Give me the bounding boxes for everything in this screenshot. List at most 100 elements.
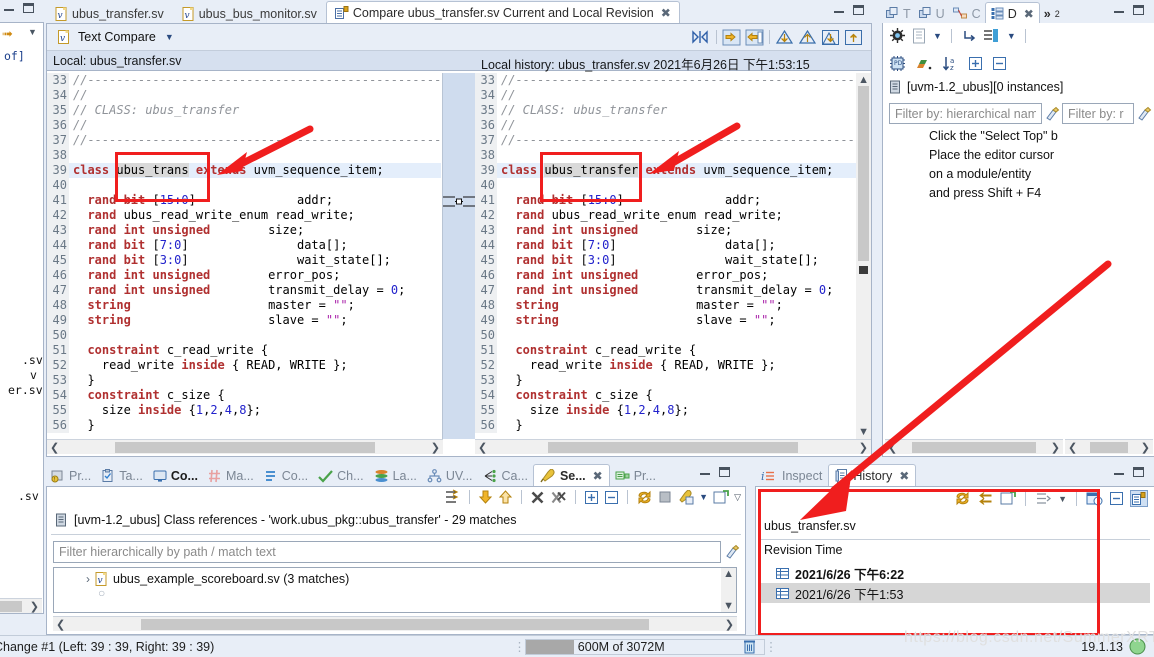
scroll-down-arrow[interactable]: ▼ [855,426,872,439]
pin-icon[interactable] [713,489,729,505]
code-line[interactable]: 42 rand ubus_read_write_enum read_write; [47,208,441,223]
code-line[interactable]: 45 rand bit [3:0] wait_state[]; [475,253,856,268]
code-line[interactable]: 48 string master = ""; [475,298,856,313]
history-toolbar[interactable]: ▼ [954,490,1148,507]
code-line[interactable]: 37//------------------------------------… [475,133,856,148]
previous-match-icon[interactable] [498,489,513,505]
code-line[interactable]: 52 read_write inside { READ, WRITE }; [47,358,441,373]
close-icon[interactable]: ✖ [593,469,603,483]
scroll-up-arrow[interactable]: ▲ [720,568,736,580]
left-code-hscrollbar[interactable]: ❮ ❯ [47,439,443,454]
bottom-tab-console[interactable]: Co... [148,464,203,486]
remove-all-icon[interactable] [550,490,567,505]
refresh-icon[interactable] [954,491,971,506]
compare-toolbar[interactable]: v Text Compare ▼ [47,24,871,51]
minimize-icon[interactable] [834,11,844,13]
minimize-icon[interactable] [1114,11,1124,13]
maximize-icon[interactable] [1133,467,1144,477]
collapse-icon[interactable] [1109,491,1124,506]
left-code-pane[interactable]: 33//------------------------------------… [47,73,443,439]
collapse-all-icon[interactable] [604,490,619,505]
code-line[interactable]: 40 [47,178,441,193]
filter-icon[interactable] [444,489,461,505]
link-icon[interactable] [961,28,977,44]
code-line[interactable]: 35// CLASS: ubus_transfer [475,103,856,118]
next-match-icon[interactable] [478,489,493,505]
bottom-tab-checks[interactable]: Ch... [313,464,368,486]
scroll-right-arrow[interactable]: ❯ [722,618,737,631]
scroll-up-arrow[interactable]: ▲ [855,73,872,86]
debug-icon[interactable] [889,27,906,44]
left-panel-hscroll-thumb[interactable] [0,600,22,612]
editor-tab-compare[interactable]: Compare ubus_transfer.sv Current and Loc… [325,1,680,24]
expand-all-icon[interactable] [584,490,599,505]
history-row[interactable]: 2021/6/26 下午1:53 [760,583,1150,603]
search-filter-input[interactable]: Filter hierarchically by path / match te… [53,541,721,563]
compare-icon[interactable] [977,491,994,506]
next-change-icon[interactable] [821,29,840,46]
status-memory-gauge[interactable]: 600M of 3072M [524,638,765,655]
expand-all-icon[interactable] [968,56,983,71]
history-tab-history[interactable]: History ✖ [828,464,917,486]
bottom-tab-markers[interactable]: Ma... [203,464,259,486]
expander-icon[interactable]: › [86,572,90,586]
diff-gutter-column[interactable] [443,73,475,439]
code-line[interactable]: 39 class ubus_trans extends uvm_sequence_… [47,163,442,178]
chip-icon[interactable]: PD [889,55,906,72]
chevron-down-icon[interactable]: ▼ [165,32,174,42]
code-line[interactable]: 56 } [475,418,856,433]
layout-icon[interactable] [983,28,1001,44]
code-line[interactable]: 43 rand int unsigned size; [47,223,441,238]
code-line[interactable]: 49 string slave = ""; [475,313,856,328]
right-code-vscrollbar[interactable]: ▲ ▼ [856,73,871,439]
code-line[interactable]: 34// [475,88,856,103]
code-line[interactable]: 36// [475,118,856,133]
close-icon[interactable]: ✖ [661,6,671,20]
clear-filter-icon[interactable] [1136,106,1152,122]
scroll-left-arrow[interactable]: ❮ [47,441,62,454]
bottom-tab-layers[interactable]: La... [369,464,422,486]
maximize-icon[interactable] [1133,5,1144,15]
filter-icon[interactable] [1035,491,1052,506]
editor-tab-ubus-transfer[interactable]: v ubus_transfer.sv [46,2,173,24]
left-panel-menu-icon[interactable]: ▼ [28,27,37,37]
minimize-icon[interactable] [700,473,710,475]
maximize-icon[interactable] [23,3,34,13]
bottom-tab-search[interactable]: Se... ✖ [532,464,610,486]
code-line[interactable]: 53 } [47,373,441,388]
editor-minmax[interactable] [834,5,864,15]
design-hscrollbar-left[interactable]: ❮ ❯ [885,439,1063,454]
design-filter-row[interactable]: Filter by: hierarchical name Filter by: … [889,103,1152,124]
history-view-tabstrip[interactable]: i Inspect History ✖ [755,462,1154,486]
search-toolbar[interactable]: ▼ ▽ [444,489,741,505]
bottom-tab-properties[interactable]: Pr... [610,464,661,486]
previous-change-icon[interactable] [844,29,863,46]
search-results-tree[interactable]: › v ubus_example_scoreboard.sv (3 matche… [53,567,737,613]
design-view-minmax[interactable] [1114,5,1144,15]
close-icon[interactable]: ✖ [899,469,909,483]
right-code-hscrollbar[interactable]: ❮ ❯ [475,439,871,454]
copy-right-icon[interactable] [745,29,764,46]
search-result-row-partial[interactable]: ○ [54,586,736,600]
bottom-tab-tasks[interactable]: Ta... [96,464,148,486]
code-line[interactable]: 45 rand bit [3:0] wait_state[]; [47,253,441,268]
scroll-right-arrow[interactable]: ❯ [856,441,871,454]
link-editor-icon[interactable] [1000,491,1016,506]
left-panel-hscrollbar[interactable]: ❯ [0,598,42,613]
code-line[interactable]: 39 class ubus_transfer extends uvm_sequen… [475,163,856,178]
code-line[interactable]: 44 rand bit [7:0] data[]; [47,238,441,253]
minimize-icon[interactable] [4,9,14,11]
scroll-right-arrow[interactable]: ❯ [1138,441,1153,454]
hierarchical-filter-input[interactable]: Filter by: hierarchical name [889,103,1042,124]
right-code-pane[interactable]: 33//------------------------------------… [475,73,856,439]
bottom-tab-uvm[interactable]: UV... [422,464,478,486]
remove-match-icon[interactable] [530,490,545,505]
design-hscrollbar-right[interactable]: ❮ ❯ [1065,439,1153,454]
code-line[interactable]: 46 rand int unsigned error_pos; [475,268,856,283]
code-line[interactable]: 49 string slave = ""; [47,313,441,328]
search-result-row[interactable]: › v ubus_example_scoreboard.sv (3 matche… [54,568,736,586]
design-tab-t[interactable]: T [882,2,915,24]
rerun-icon[interactable] [636,490,653,505]
bottom-tab-callgraph[interactable]: Ca... [478,464,533,486]
right-hscroll-thumb[interactable] [548,441,798,453]
